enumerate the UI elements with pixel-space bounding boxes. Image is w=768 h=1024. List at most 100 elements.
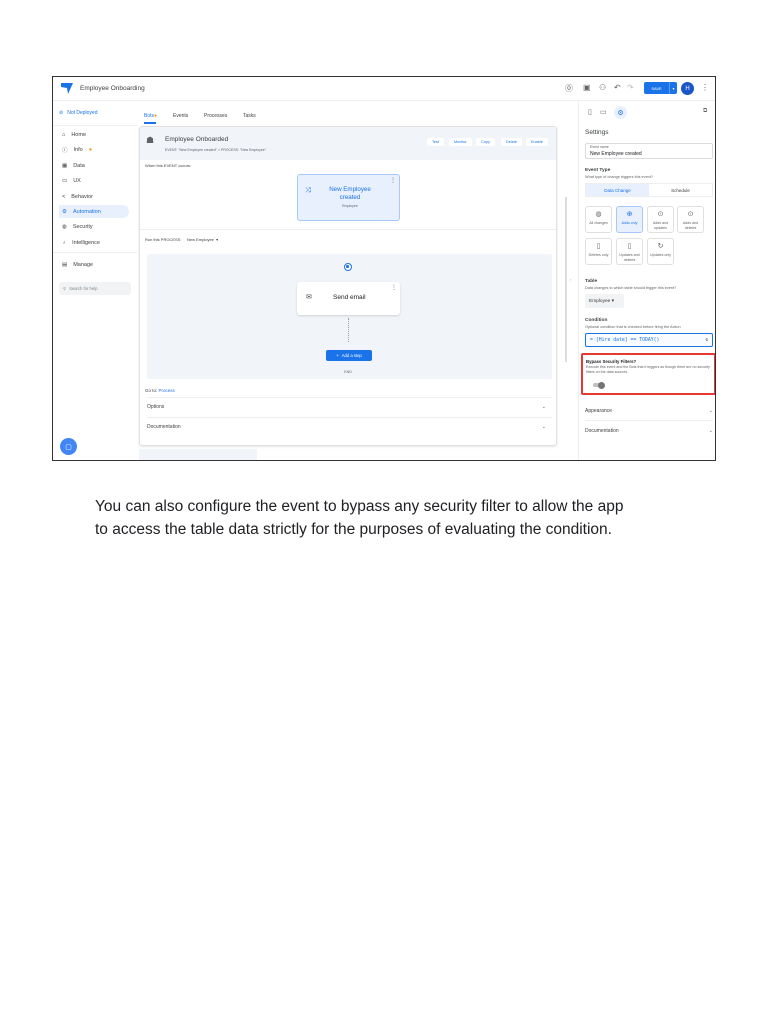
save-button[interactable]: SAVE ▾ — [644, 82, 677, 94]
test-button[interactable]: Test — [427, 138, 444, 146]
search-icon: ⚲ — [63, 286, 67, 291]
trash-icon: ▯ — [596, 243, 601, 250]
tile-all-changes[interactable]: ◍ All changes — [585, 206, 612, 233]
help-icon[interactable]: ⓪ — [565, 83, 573, 94]
app-logo-icon — [61, 83, 73, 94]
segment-data-change[interactable]: Data Change — [586, 184, 649, 196]
not-deployed-icon: ⊘ — [59, 110, 64, 116]
event-card-sub: Employee — [342, 204, 358, 208]
documentation-settings-section[interactable]: Documentation ⌄ — [585, 423, 713, 441]
options-section[interactable]: Options ⌄ — [147, 399, 552, 417]
tab-bar: Bots● Events Processes Tasks — [137, 101, 557, 125]
condition-field[interactable]: = [Hire date] == TODAY() ⚗ — [585, 333, 713, 347]
sidebar-item-manage[interactable]: ▤ Manage — [59, 258, 129, 271]
add-delete-icon: ⊙ — [687, 211, 694, 218]
sidebar-item-behavior[interactable]: < Behavior — [59, 190, 129, 203]
tab-tasks[interactable]: Tasks — [243, 113, 256, 119]
save-label: SAVE — [651, 85, 662, 91]
home-icon: ⌂ — [62, 131, 66, 138]
tile-adds-and-deletes[interactable]: ⊙ Adds and deletes — [677, 206, 704, 233]
phone-icon[interactable]: ▯ — [588, 108, 592, 116]
deploy-status[interactable]: ⊘ Not Deployed — [59, 110, 98, 116]
security-icon: ◍ — [62, 223, 67, 230]
bypass-highlight-box: Bypass Security Filters? Execute this ev… — [581, 353, 715, 395]
chat-button[interactable]: ▢ — [60, 438, 77, 455]
save-menu-chevron-icon[interactable]: ▾ — [669, 82, 677, 94]
share-icon[interactable]: ⚇ — [599, 83, 606, 92]
preview-icon[interactable]: ▣ — [583, 83, 591, 92]
event-type-title: Event Type — [585, 168, 611, 173]
event-more-icon[interactable]: ⋮ — [390, 177, 396, 184]
bot-icon: ☗ — [146, 135, 155, 145]
collapse-panel-icon[interactable]: › — [570, 277, 571, 282]
tab-events[interactable]: Events — [173, 113, 188, 119]
documentation-section[interactable]: Documentation ⌄ — [147, 419, 552, 437]
tile-adds-only[interactable]: ⊕ Adds only — [616, 206, 643, 233]
manage-icon: ▤ — [62, 261, 68, 268]
bot-header: ☗ Employee Onboarded EVENT: "New Employe… — [140, 127, 556, 160]
segment-schedule[interactable]: Schedule — [649, 184, 712, 196]
enable-button[interactable]: Enable — [526, 138, 548, 146]
help-search-input[interactable]: ⚲ Search for help — [59, 282, 131, 295]
process-select[interactable]: New Employee ▾ — [187, 237, 218, 242]
info-icon: ⓘ — [62, 147, 68, 154]
copy-button[interactable]: Copy — [476, 138, 495, 146]
monitor-icon: ▭ — [62, 177, 68, 184]
undo-icon[interactable]: ↶ — [614, 83, 621, 92]
automation-icon: ⚙ — [62, 208, 67, 215]
tablet-icon[interactable]: ▭ — [600, 108, 607, 116]
table-icon: ▦ — [62, 162, 68, 169]
step-more-icon[interactable]: ⋮ — [391, 284, 397, 291]
sidebar-item-ux[interactable]: ▭ UX — [59, 174, 129, 187]
deploy-status-label: Not Deployed — [67, 110, 98, 116]
event-name-field[interactable]: Event name New Employee created — [585, 143, 713, 159]
chat-icon: ▢ — [65, 443, 72, 451]
tile-updates-and-deletes[interactable]: ▯ Updates and deletes — [616, 238, 643, 265]
bypass-toggle[interactable] — [593, 381, 605, 389]
settings-title: Settings — [585, 129, 609, 136]
table-desc: Data changes to which table should trigg… — [585, 286, 677, 290]
appearance-section[interactable]: Appearance ⌄ — [585, 403, 713, 421]
sidebar-item-home[interactable]: ⌂ Home — [59, 128, 129, 141]
monitor-button[interactable]: Monitor — [449, 138, 472, 146]
caption-line-2: to access the table data strictly for th… — [95, 521, 612, 538]
shuffle-icon: ⤨ — [305, 187, 311, 194]
process-canvas: ✉ Send email ⋮ + Add a step END — [147, 254, 552, 379]
settings-panel: ▯ ▭ ⚙ ⧉ Settings Event name New Employee… — [578, 101, 715, 460]
tile-deletes-only[interactable]: ▯ Deletes only — [585, 238, 612, 265]
scrollbar[interactable] — [565, 197, 567, 362]
lightbulb-icon: ♁ — [62, 239, 67, 246]
redo-icon[interactable]: ↷ — [627, 83, 634, 92]
process-link[interactable]: Process — [159, 388, 175, 393]
add-update-icon: ⊙ — [657, 211, 664, 218]
add-step-button[interactable]: + Add a step — [326, 350, 372, 361]
tile-adds-and-updates[interactable]: ⊙ Adds and updates — [647, 206, 674, 233]
step-card-send-email[interactable]: ✉ Send email ⋮ — [297, 282, 400, 315]
settings-gear-icon[interactable]: ⚙ — [614, 106, 627, 119]
tab-processes[interactable]: Processes — [204, 113, 227, 119]
table-title: Table — [585, 279, 598, 284]
tile-updates-only[interactable]: ↻ Updates only — [647, 238, 674, 265]
add-trigger-icon[interactable] — [344, 263, 352, 271]
sidebar-item-data[interactable]: ▦ Data — [59, 159, 129, 172]
bypass-title: Bypass Security Filters? — [586, 359, 637, 364]
bot-title: Employee Onboarded — [165, 136, 229, 143]
bot-subtitle: EVENT: "New Employee created" > PROCESS:… — [165, 148, 266, 152]
delete-button[interactable]: Delete — [501, 138, 522, 146]
avatar[interactable]: H — [681, 82, 694, 95]
table-select[interactable]: Employee ▾ — [585, 294, 624, 308]
sidebar-item-info[interactable]: ⓘ Info ● — [59, 143, 129, 156]
open-external-icon[interactable]: ⧉ — [703, 108, 707, 115]
app-screenshot: Employee Onboarding ⓪ ▣ ⚇ ↶ ↷ SAVE ▾ H ⋮… — [52, 76, 716, 461]
bot-editor-card: ☗ Employee Onboarded EVENT: "New Employe… — [139, 126, 557, 446]
sidebar-item-automation[interactable]: ⚙ Automation — [59, 205, 129, 218]
tab-bots[interactable]: Bots● — [144, 113, 157, 119]
event-card[interactable]: ⤨ New Employee created Employee ⋮ — [297, 174, 400, 221]
equals-icon: = — [590, 337, 593, 343]
flask-icon[interactable]: ⚗ — [705, 338, 708, 343]
info-badge-dot: ● — [88, 146, 93, 153]
sidebar-item-security[interactable]: ◍ Security — [59, 220, 129, 233]
more-menu-icon[interactable]: ⋮ — [701, 83, 709, 92]
email-icon: ✉ — [306, 294, 312, 301]
sidebar-item-intelligence[interactable]: ♁ Intelligence — [59, 236, 129, 249]
